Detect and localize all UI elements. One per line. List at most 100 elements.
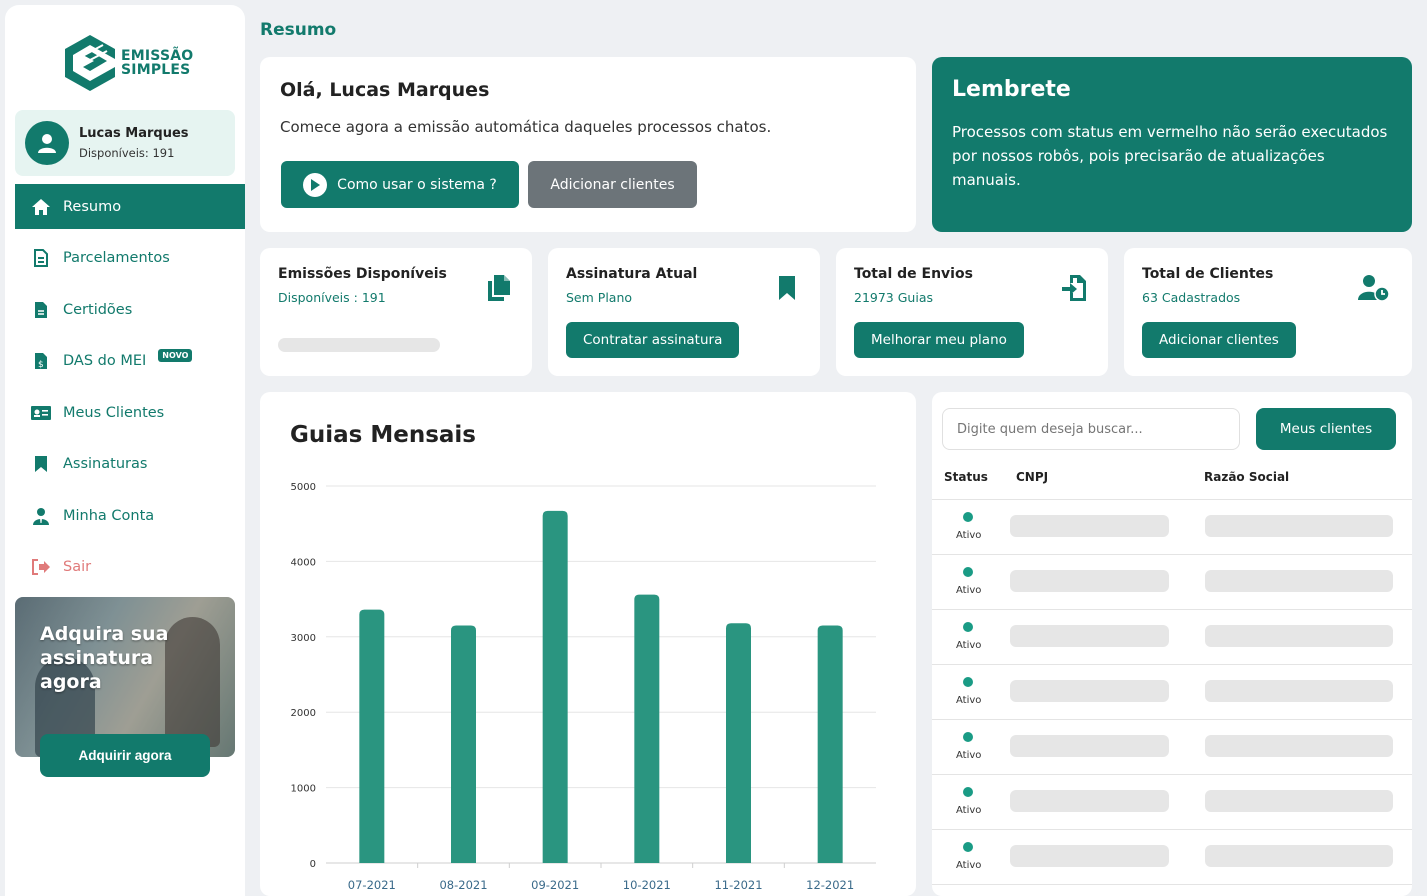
promo-title-line: assinatura: [40, 647, 154, 669]
promo-photo-person: [165, 617, 220, 747]
status-label: Ativo: [956, 585, 982, 596]
sidebar-item-label: Certidões: [63, 301, 133, 318]
sidebar-item-label: Meus Clientes: [63, 404, 165, 421]
status-dot: [963, 677, 973, 687]
user-clock-icon: [1358, 275, 1390, 302]
table-row[interactable]: Ativo: [932, 555, 1412, 610]
bookmark-icon: [779, 276, 795, 300]
monthly-guides-chart-card: Guias Mensais 0 1000 2000 3000 4000 5000 07-20…: [260, 392, 916, 896]
user-tie-icon: [31, 506, 51, 526]
x-tick-label: 09-2021: [531, 878, 579, 892]
logo[interactable]: EMISSÃO SIMPLES: [63, 33, 193, 93]
how-to-use-label: Como usar o sistema ?: [337, 176, 497, 193]
status-label: Ativo: [956, 695, 982, 706]
sidebar-item-sair[interactable]: Sair: [15, 545, 245, 590]
sidebar-item-resumo[interactable]: Resumo: [15, 184, 245, 229]
status-label: Ativo: [956, 750, 982, 761]
status-dot: [963, 787, 973, 797]
welcome-card: Olá, Lucas Marques Comece agora a emissã…: [260, 57, 916, 232]
y-tick-label: 2000: [291, 708, 316, 719]
sidebar-item-assinaturas[interactable]: Assinaturas: [15, 442, 245, 487]
company-name-placeholder: [1205, 680, 1393, 702]
status-dot: [963, 622, 973, 632]
table-row[interactable]: Ativo: [932, 500, 1412, 555]
sidebar-item-certidoes[interactable]: Certidões: [15, 287, 245, 332]
cnpj-placeholder: [1010, 790, 1169, 812]
cnpj-placeholder: [1010, 680, 1169, 702]
logo-mark-icon: [65, 35, 115, 91]
sidebar-item-meus-clientes[interactable]: Meus Clientes: [15, 390, 245, 435]
logo-text-line1: EMISSÃO: [121, 48, 194, 64]
sidebar-item-label: Assinaturas: [63, 456, 148, 472]
user-card: Lucas Marques Disponíveis: 191: [15, 110, 235, 176]
table-row[interactable]: Ativo: [932, 720, 1412, 775]
avatar: [25, 121, 69, 165]
welcome-text: Comece agora a emissão automática daquel…: [280, 118, 772, 136]
stat-title: Assinatura Atual: [566, 266, 698, 282]
x-tick-label: 08-2021: [439, 878, 487, 892]
hire-subscription-button[interactable]: Contratar assinatura: [566, 322, 740, 358]
sidebar-item-label: Minha Conta: [63, 507, 155, 524]
cnpj-placeholder: [1010, 845, 1169, 867]
promo-title: Adquira sua assinatura agora: [40, 622, 168, 694]
stat-subtitle: Disponíveis : 191: [278, 290, 386, 305]
acquire-now-button[interactable]: Adquirir agora: [40, 734, 210, 777]
company-name-placeholder: [1205, 515, 1393, 537]
table-row[interactable]: Ativo: [932, 610, 1412, 665]
column-header-razao-social: Razão Social: [1204, 470, 1290, 484]
bar-12-2021: [817, 625, 843, 863]
reminder-text: Processos com status em vermelho não ser…: [952, 123, 1388, 189]
copy-documents-icon: [488, 275, 510, 301]
logo-text-line2: SIMPLES: [121, 62, 191, 78]
user-name: Lucas Marques: [79, 126, 189, 141]
company-name-placeholder: [1205, 845, 1393, 867]
promo-banner[interactable]: Adquira sua assinatura agora: [15, 597, 235, 757]
status-dot: [963, 567, 973, 577]
stat-subtitle: 63 Cadastrados: [1142, 290, 1241, 305]
document-icon: [31, 300, 51, 320]
status-dot: [963, 732, 973, 742]
status-label: Ativo: [956, 805, 982, 816]
home-icon: [31, 197, 51, 217]
table-row[interactable]: Ativo: [932, 665, 1412, 720]
reminder-title: Lembrete: [952, 77, 1071, 102]
bar-11-2021: [726, 623, 751, 863]
sidebar-item-parcelamentos[interactable]: Parcelamentos: [15, 236, 245, 281]
welcome-title: Olá, Lucas Marques: [280, 79, 490, 101]
add-clients-button[interactable]: Adicionar clientes: [1142, 322, 1296, 358]
search-input[interactable]: [942, 408, 1240, 450]
sidebar-item-minha-conta[interactable]: Minha Conta: [15, 493, 245, 538]
column-header-status: Status: [944, 470, 988, 484]
clients-table-card: Meus clientes Status CNPJ Razão Social A…: [932, 392, 1412, 896]
reminder-card: Lembrete Processos com status em vermelh…: [932, 57, 1412, 232]
cnpj-placeholder: [1010, 735, 1169, 757]
svg-text:$: $: [38, 360, 44, 370]
my-clients-button[interactable]: Meus clientes: [1256, 408, 1396, 450]
y-tick-label: 3000: [291, 633, 316, 644]
bar-10-2021: [634, 594, 660, 863]
sidebar-item-label: DAS do MEI: [63, 353, 147, 369]
file-import-icon: [1062, 275, 1086, 301]
how-to-use-button[interactable]: Como usar o sistema ?: [281, 161, 519, 208]
id-card-icon: [31, 403, 51, 423]
stat-card-subscription: Assinatura Atual Sem Plano Contratar ass…: [548, 248, 820, 376]
cnpj-placeholder: [1010, 625, 1169, 647]
sidebar-item-label: Parcelamentos: [63, 250, 170, 266]
sidebar-item-label: Sair: [63, 559, 92, 575]
sidebar-item-das-mei[interactable]: $ DAS do MEI NOVO: [15, 339, 245, 384]
dollar-document-icon: $: [31, 351, 51, 371]
table-row[interactable]: Ativo: [932, 830, 1412, 885]
company-name-placeholder: [1205, 735, 1393, 757]
play-icon: [303, 172, 328, 197]
promo-title-line: agora: [40, 671, 102, 693]
sidebar-item-label: Resumo: [63, 198, 122, 215]
improve-plan-button[interactable]: Melhorar meu plano: [854, 322, 1024, 358]
add-clients-button[interactable]: Adicionar clientes: [528, 161, 697, 208]
bar-07-2021: [359, 609, 385, 863]
stat-card-clients: Total de Clientes 63 Cadastrados Adicion…: [1124, 248, 1412, 376]
x-tick-label: 12-2021: [806, 878, 854, 892]
stat-title: Total de Clientes: [1142, 266, 1274, 282]
stat-subtitle: 21973 Guias: [854, 290, 933, 305]
table-row[interactable]: Ativo: [932, 775, 1412, 830]
sidebar-nav: Resumo Parcelamentos Certidões $ DAS do …: [15, 184, 245, 596]
